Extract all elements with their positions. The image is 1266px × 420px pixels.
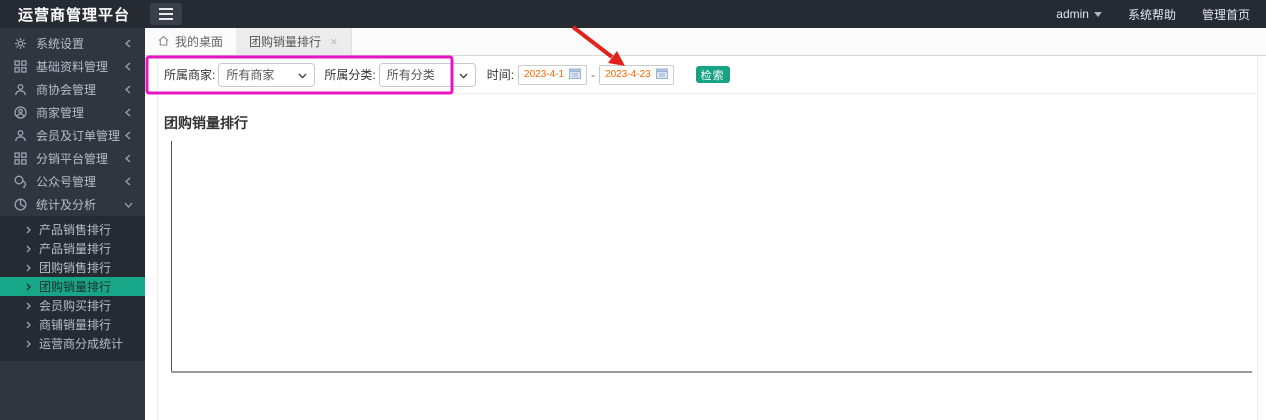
submenu-item-shop-volume-rank[interactable]: 商铺销量排行 <box>0 315 145 334</box>
chevron-right-icon <box>26 340 31 348</box>
main-area: 我的桌面 团购销量排行 × 所属商家: 所有商家 所属分类: 所有分类 时间: <box>145 28 1266 420</box>
sidebar-item-merchant-management[interactable]: 商家管理 <box>0 101 145 124</box>
topbar: 运营商管理平台 admin 系统帮助 管理首页 <box>0 0 1266 28</box>
topbar-right: admin 系统帮助 管理首页 <box>1056 6 1266 23</box>
user-icon <box>14 83 27 96</box>
sidebar-item-label: 分销平台管理 <box>36 152 109 166</box>
grid-icon <box>14 60 27 73</box>
hamburger-icon <box>159 8 173 10</box>
tab-groupbuy-volume-rank[interactable]: 团购销量排行 × <box>236 28 352 55</box>
sidebar-item-label: 统计及分析 <box>36 198 97 212</box>
th-icon <box>14 152 27 165</box>
sidebar-item-statistics-analysis[interactable]: 统计及分析 <box>0 193 145 216</box>
sidebar-item-distribution-platform[interactable]: 分销平台管理 <box>0 147 145 170</box>
filter-toolbar: 所属商家: 所有商家 所属分类: 所有分类 时间: 2023-4-1 - 202… <box>158 56 1257 94</box>
category-select[interactable]: 所有分类 <box>378 62 476 87</box>
submenu-item-groupbuy-volume-rank[interactable]: 团购销量排行 <box>0 277 145 296</box>
system-help-link[interactable]: 系统帮助 <box>1128 6 1176 23</box>
caret-down-icon <box>1093 11 1102 17</box>
sidebar-item-label: 商家管理 <box>36 106 85 120</box>
chevron-right-icon <box>26 264 31 272</box>
chevron-left-icon <box>125 62 133 71</box>
member-icon <box>14 129 27 142</box>
sidebar-item-basic-data[interactable]: 基础资料管理 <box>0 55 145 78</box>
sidebar-item-label: 商协会管理 <box>36 83 97 97</box>
chevron-down-icon <box>298 68 307 82</box>
submenu-item-product-sales-rank[interactable]: 产品销售排行 <box>0 220 145 239</box>
sidebar-item-members-orders[interactable]: 会员及订单管理 <box>0 124 145 147</box>
tab-my-desktop[interactable]: 我的桌面 <box>145 28 236 55</box>
app-logo: 运营商管理平台 <box>18 6 131 24</box>
chevron-right-icon <box>26 283 31 291</box>
date-start-input[interactable]: 2023-4-1 <box>518 64 588 85</box>
gear-icon <box>14 37 27 50</box>
chevron-left-icon <box>125 177 133 186</box>
merchant-filter-label: 所属商家: <box>164 68 216 82</box>
date-range-separator: - <box>591 67 596 82</box>
sidebar-item-label: 会员及订单管理 <box>36 129 121 143</box>
sidebar-item-label: 基础资料管理 <box>36 60 109 74</box>
admin-user-menu[interactable]: admin <box>1056 7 1102 21</box>
close-icon[interactable]: × <box>330 34 338 49</box>
chevron-right-icon <box>26 302 31 310</box>
app-window: 运营商管理平台 admin 系统帮助 管理首页 系统设置 基础资料管理 商协会管… <box>0 0 1266 420</box>
chevron-left-icon <box>125 85 133 94</box>
time-filter-label: 时间: <box>486 68 515 82</box>
chevron-right-icon <box>26 321 31 329</box>
chart-title: 团购销量排行 <box>164 115 248 131</box>
submenu-item-groupbuy-sales-rank[interactable]: 团购销售排行 <box>0 258 145 277</box>
date-end-input[interactable]: 2023-4-23 <box>599 64 674 85</box>
chevron-down-icon <box>459 68 468 82</box>
merchant-select[interactable]: 所有商家 <box>218 62 316 87</box>
statistics-submenu: 产品销售排行 产品销量排行 团购销售排行 团购销量排行 会员购买排行 商铺销量排… <box>0 216 145 361</box>
tab-bar: 我的桌面 团购销量排行 × <box>145 28 1266 56</box>
sidebar-item-system-settings[interactable]: 系统设置 <box>0 32 145 55</box>
sidebar-item-label: 公众号管理 <box>36 175 97 189</box>
chevron-right-icon <box>26 245 31 253</box>
chevron-left-icon <box>125 39 133 48</box>
home-icon <box>158 35 169 49</box>
chevron-right-icon <box>26 226 31 234</box>
calendar-icon[interactable] <box>655 68 668 82</box>
content-panel: 所属商家: 所有商家 所属分类: 所有分类 时间: 2023-4-1 - 202… <box>157 56 1258 420</box>
chevron-left-icon <box>125 131 133 140</box>
submenu-item-member-purchase-rank[interactable]: 会员购买排行 <box>0 296 145 315</box>
chevron-down-icon <box>124 202 133 208</box>
sidebar-item-label: 系统设置 <box>36 37 85 51</box>
chevron-left-icon <box>125 108 133 117</box>
sidebar-item-official-account[interactable]: 公众号管理 <box>0 170 145 193</box>
menu-toggle-button[interactable] <box>150 3 182 25</box>
sidebar-item-business-association[interactable]: 商协会管理 <box>0 78 145 101</box>
user-circle-icon <box>14 106 27 119</box>
search-button[interactable]: 检索 <box>695 66 730 83</box>
chevron-left-icon <box>125 154 133 163</box>
chart-x-axis <box>171 371 1252 373</box>
calendar-icon[interactable] <box>569 68 582 82</box>
sidebar: 系统设置 基础资料管理 商协会管理 商家管理 会员及订单管理 分销平台管理 公众… <box>0 28 145 420</box>
wechat-icon <box>14 175 27 188</box>
chart-y-axis <box>171 141 172 372</box>
admin-home-link[interactable]: 管理首页 <box>1202 6 1250 23</box>
category-filter-label: 所属分类: <box>324 68 376 82</box>
submenu-item-operator-commission-stats[interactable]: 运营商分成统计 <box>0 334 145 353</box>
submenu-item-product-volume-rank[interactable]: 产品销量排行 <box>0 239 145 258</box>
pie-chart-icon <box>14 198 27 211</box>
admin-username: admin <box>1056 7 1089 21</box>
